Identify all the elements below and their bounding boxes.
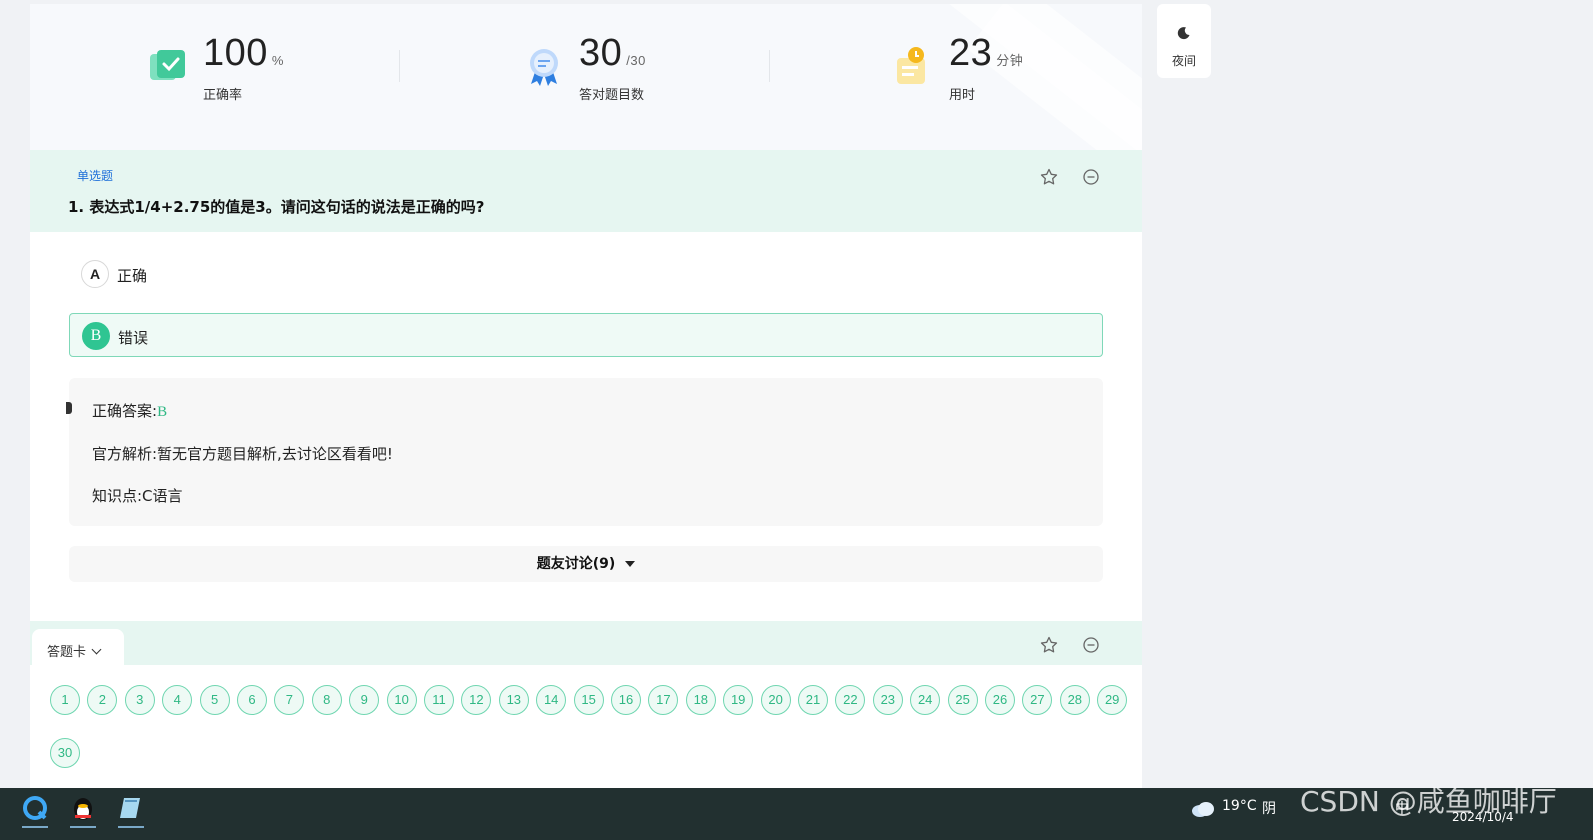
stat-unit: /30 xyxy=(626,53,646,68)
question-number-button[interactable]: 23 xyxy=(872,685,903,715)
stat-value: 100% xyxy=(203,32,284,74)
browser-icon xyxy=(23,796,47,820)
answer-card-label: 答题卡 xyxy=(47,645,87,660)
stat-value: 30/30 xyxy=(579,32,646,74)
question-number-button[interactable]: 13 xyxy=(498,685,529,715)
question-number-button[interactable]: 9 xyxy=(349,685,380,715)
question-number-button[interactable]: 17 xyxy=(648,685,679,715)
remove-circle-icon[interactable] xyxy=(1081,167,1101,187)
header-decoration xyxy=(942,4,1142,150)
result-panel: 100% 正确率 30/30 答对题目数 23 分钟 用时 单选题 1. 表达式… xyxy=(30,4,1142,790)
analysis-marker xyxy=(66,402,72,414)
question-number-button[interactable]: 2 xyxy=(87,685,118,715)
answer-card-bar: 答题卡 xyxy=(30,621,1142,665)
night-mode-button[interactable]: 夜间 xyxy=(1157,4,1211,78)
question-number-button[interactable]: 11 xyxy=(424,685,454,715)
weather-desc: 阴 xyxy=(1262,801,1276,817)
question-type-badge: 单选题 xyxy=(77,169,114,183)
question-number-button[interactable]: 18 xyxy=(685,685,716,715)
clock-clipboard-icon xyxy=(897,47,925,84)
weather-temp: 19°C xyxy=(1222,798,1257,814)
question-number-button[interactable]: 8 xyxy=(311,685,342,715)
question-number-button[interactable]: 19 xyxy=(723,685,754,715)
question-number-button[interactable]: 25 xyxy=(947,685,978,715)
favorite-star-icon[interactable] xyxy=(1039,167,1059,187)
stat-label: 答对题目数 xyxy=(579,88,645,103)
question-number-button[interactable]: 7 xyxy=(274,685,305,715)
question-number-button[interactable]: 21 xyxy=(798,685,828,715)
question-number-button[interactable]: 16 xyxy=(611,685,641,715)
option-b-selected[interactable]: B 错误 xyxy=(69,313,1103,357)
question-number-button[interactable]: 5 xyxy=(199,685,230,715)
award-ribbon-icon xyxy=(530,49,558,86)
discussion-toggle[interactable]: 题友讨论(9) xyxy=(69,546,1103,582)
stat-value: 23 分钟 xyxy=(949,32,1024,74)
stats-header: 100% 正确率 30/30 答对题目数 23 分钟 用时 xyxy=(30,4,1142,150)
stat-label: 用时 xyxy=(949,88,976,103)
taskbar-browser[interactable] xyxy=(12,788,58,828)
question-number-button[interactable]: 29 xyxy=(1097,685,1128,715)
question-header: 单选题 1. 表达式1/4+2.75的值是3。请问这句话的说法是正确的吗? xyxy=(30,150,1142,232)
question-title: 1. 表达式1/4+2.75的值是3。请问这句话的说法是正确的吗? xyxy=(68,198,485,216)
taskbar-date: 2024/10/4 xyxy=(1452,810,1514,824)
check-badge-icon xyxy=(150,50,185,80)
discussion-label: 题友讨论(9) xyxy=(536,556,616,572)
option-text: 正确 xyxy=(117,267,148,285)
question-number-button[interactable]: 28 xyxy=(1059,685,1090,715)
question-number-button[interactable]: 6 xyxy=(237,685,267,715)
notepad-icon xyxy=(120,798,140,818)
taskbar-qq[interactable] xyxy=(60,788,106,828)
csdn-watermark: CSDN @咸鱼咖啡厅 xyxy=(1300,785,1557,818)
night-mode-label: 夜间 xyxy=(1171,54,1196,68)
question-number-button[interactable]: 15 xyxy=(573,685,604,715)
question-number-button[interactable]: 14 xyxy=(536,685,567,715)
question-number-button[interactable]: 30 xyxy=(50,738,80,768)
stat-unit: 分钟 xyxy=(996,53,1024,68)
cloudy-weather-icon xyxy=(1192,802,1214,817)
question-number-button[interactable]: 12 xyxy=(461,685,492,715)
moon-icon xyxy=(1177,27,1190,40)
favorite-star-icon[interactable] xyxy=(1039,635,1059,655)
chevron-down-icon xyxy=(91,644,102,655)
question-number-button[interactable]: 1 xyxy=(50,685,80,715)
option-a[interactable]: A 正确 xyxy=(69,252,1103,296)
question-number-button[interactable]: 26 xyxy=(985,685,1015,715)
divider xyxy=(769,50,770,82)
answer-value: B xyxy=(157,404,168,420)
knowledge-point: 知识点:C语言 xyxy=(92,487,183,505)
answer-card-tab[interactable]: 答题卡 xyxy=(32,629,124,665)
question-number-button[interactable]: 22 xyxy=(835,685,866,715)
question-number-button[interactable]: 20 xyxy=(760,685,791,715)
question-number-button[interactable]: 10 xyxy=(386,685,417,715)
analysis-box: 正确答案:B 官方解析:暂无官方题目解析,去讨论区看看吧! 知识点:C语言 xyxy=(66,378,1103,526)
taskbar-notepad[interactable] xyxy=(108,788,154,828)
correct-answer-row: 正确答案:B xyxy=(92,400,167,421)
stat-label: 正确率 xyxy=(203,88,243,103)
official-analysis: 官方解析:暂无官方题目解析,去讨论区看看吧! xyxy=(92,445,393,463)
question-number-button[interactable]: 24 xyxy=(910,685,941,715)
answer-label: 正确答案: xyxy=(92,402,158,420)
divider xyxy=(399,50,400,82)
question-number-button[interactable]: 27 xyxy=(1022,685,1053,715)
caret-down-icon xyxy=(625,560,636,567)
question-number-button[interactable]: 4 xyxy=(162,685,193,715)
option-letter: B xyxy=(82,322,110,350)
option-text: 错误 xyxy=(118,329,149,347)
question-number-button[interactable]: 3 xyxy=(124,685,155,715)
stat-unit: % xyxy=(271,53,284,68)
qq-penguin-icon xyxy=(74,798,92,820)
option-letter: A xyxy=(81,260,109,288)
remove-circle-icon[interactable] xyxy=(1081,635,1101,655)
